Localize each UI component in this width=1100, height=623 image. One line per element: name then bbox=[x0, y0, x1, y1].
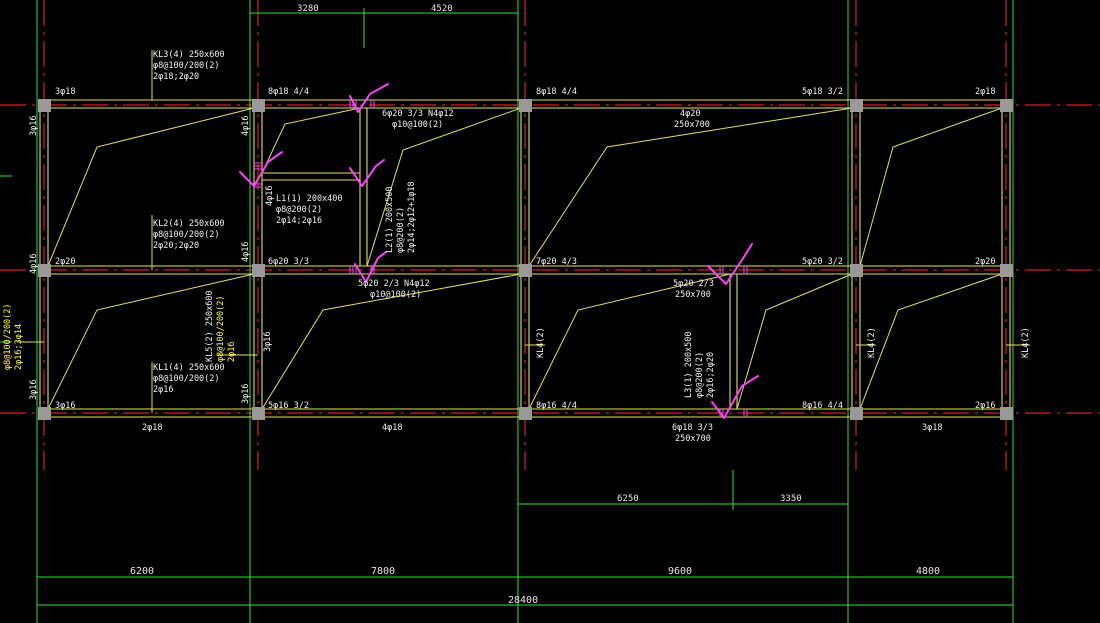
column-b2 bbox=[252, 264, 265, 277]
column-b4 bbox=[850, 264, 863, 277]
beam-size: 250x700 bbox=[675, 434, 711, 444]
dim-total: 28400 bbox=[508, 595, 538, 606]
rebar-label: 2φ20 bbox=[55, 257, 75, 267]
l2-label-2: φ8@200(2) bbox=[396, 207, 406, 253]
kl2-label-3: 2φ20;2φ20 bbox=[153, 241, 199, 251]
dim-bay-1: 6200 bbox=[130, 566, 154, 577]
rebar-label-vertical: 4φ16 bbox=[241, 242, 251, 262]
column-b5 bbox=[1000, 264, 1013, 277]
kl4-label-c: KL4(2) bbox=[1021, 327, 1031, 358]
kl1-label-2: φ8@100/200(2) bbox=[153, 374, 220, 384]
left-yellow-label-1: φ8@100/200(2) bbox=[3, 303, 13, 370]
rebar-label-vertical: 4φ16 bbox=[265, 186, 275, 206]
rebar-label: 6φ18 3/3 bbox=[672, 423, 713, 433]
l3-label-1: L3(1) 200x500 bbox=[684, 331, 694, 398]
dim-bay-2: 7800 bbox=[371, 566, 395, 577]
rebar-label: φ10@100(2) bbox=[370, 290, 421, 300]
kl2-label-1: KL2(4) 250x600 bbox=[153, 219, 225, 229]
kl5-label-1: KL5(2) 250x600 bbox=[205, 290, 215, 362]
leader-1 bbox=[47, 107, 255, 267]
dim-top-1: 3280 bbox=[297, 4, 319, 14]
l1-label-1: L1(1) 200x400 bbox=[276, 194, 343, 204]
column-c1 bbox=[38, 407, 51, 420]
rebar-label: 3φ16 bbox=[55, 401, 75, 411]
column-a2 bbox=[252, 99, 265, 112]
column-a3 bbox=[519, 99, 532, 112]
rebar-label: 2φ16 bbox=[975, 401, 995, 411]
leader-10 bbox=[859, 273, 1003, 410]
kl5-label-3: 2φ16 bbox=[227, 342, 237, 362]
rebar-label: 4φ18 bbox=[382, 423, 402, 433]
rebar-label: 5φ20 2/3 bbox=[673, 279, 714, 289]
kl3-label-2: φ8@100/200(2) bbox=[153, 61, 220, 71]
beam-size: 250x700 bbox=[675, 290, 711, 300]
rebar-label: 3φ18 bbox=[922, 423, 942, 433]
dim-bay-4: 4800 bbox=[916, 566, 940, 577]
kl3-label-1: KL3(4) 250x600 bbox=[153, 50, 225, 60]
leader-3 bbox=[261, 107, 361, 174]
l1-label-3: 2φ14;2φ16 bbox=[276, 216, 322, 226]
rebar-label: 6φ20 3/3 N4φ12 bbox=[382, 109, 454, 119]
rebar-label: 5φ16 3/2 bbox=[268, 401, 309, 411]
dim-sub-2: 3350 bbox=[780, 494, 802, 504]
rebar-label: 4φ20 bbox=[680, 109, 700, 119]
rebar-label: 8φ16 4/4 bbox=[802, 401, 843, 411]
kl1-label-3: 2φ16 bbox=[153, 385, 173, 395]
rebar-label: φ10@100(2) bbox=[392, 120, 443, 130]
rebar-label-vertical: 3φ16 bbox=[29, 116, 39, 136]
beam-size: 250x700 bbox=[674, 120, 710, 130]
dim-top-2: 4520 bbox=[431, 4, 453, 14]
kl4-label-a: KL4(2) bbox=[536, 327, 546, 358]
l1-label-2: φ8@200(2) bbox=[276, 205, 322, 215]
rebar-label-vertical: 4φ16 bbox=[241, 116, 251, 136]
column-b1 bbox=[38, 264, 51, 277]
rebar-label: 8φ16 4/4 bbox=[536, 401, 577, 411]
column-c2 bbox=[252, 407, 265, 420]
left-yellow-label-2: 2φ16;3φ14 bbox=[14, 324, 24, 370]
column-c5 bbox=[1000, 407, 1013, 420]
kl2-label-2: φ8@100/200(2) bbox=[153, 230, 220, 240]
column-a4 bbox=[850, 99, 863, 112]
rebar-label-vertical: 4φ16 bbox=[29, 254, 39, 274]
rebar-label: 8φ18 4/4 bbox=[268, 87, 309, 97]
rebar-label: 2φ18 bbox=[142, 423, 162, 433]
rebar-label: 2φ20 bbox=[975, 257, 995, 267]
column-c4 bbox=[850, 407, 863, 420]
l2-label-1: L2(1) 200x500 bbox=[385, 186, 395, 253]
check-marks bbox=[239, 83, 759, 419]
check-mark-6 bbox=[711, 375, 759, 419]
rebar-label: 8φ18 4/4 bbox=[536, 87, 577, 97]
kl1-label-1: KL1(4) 250x600 bbox=[153, 363, 225, 373]
dim-sub-1: 6250 bbox=[617, 494, 639, 504]
l2-label-3: 2φ14;2φ12+1φ18 bbox=[407, 181, 417, 253]
kl3-label-3: 2φ18;2φ20 bbox=[153, 72, 199, 82]
hanger-bars bbox=[254, 100, 748, 417]
rebar-label-vertical: 3φ16 bbox=[263, 332, 273, 352]
l3-label-2: φ8@200(2) bbox=[695, 352, 705, 398]
l3-label-3: 2φ16;2φ20 bbox=[706, 352, 716, 398]
rebar-label: 5φ20 3/2 bbox=[802, 257, 843, 267]
column-a1 bbox=[38, 99, 51, 112]
kl4-label-b: KL4(2) bbox=[867, 327, 877, 358]
rebar-label-vertical: 3φ16 bbox=[29, 380, 39, 400]
leader-8 bbox=[736, 273, 853, 410]
column-c3 bbox=[519, 407, 532, 420]
rebar-label: 5φ18 3/2 bbox=[802, 87, 843, 97]
column-a5 bbox=[1000, 99, 1013, 112]
structural-drawing: KL3(4) 250x600 φ8@100/200(2) 2φ18;2φ20 K… bbox=[0, 0, 1100, 623]
rebar-label: 3φ18 bbox=[55, 87, 75, 97]
rebar-label: 7φ20 4/3 bbox=[536, 257, 577, 267]
rebar-label: 2φ18 bbox=[975, 87, 995, 97]
kl5-label-2: φ8@100/200(2) bbox=[216, 295, 226, 362]
rebar-label-vertical: 3φ16 bbox=[241, 384, 251, 404]
leader-9 bbox=[859, 107, 1003, 267]
dim-bay-3: 9600 bbox=[668, 566, 692, 577]
column-b3 bbox=[519, 264, 532, 277]
leader-6 bbox=[528, 107, 853, 267]
rebar-label: 5φ20 2/3 N4φ12 bbox=[358, 279, 430, 289]
rebar-label: 6φ20 3/3 bbox=[268, 257, 309, 267]
